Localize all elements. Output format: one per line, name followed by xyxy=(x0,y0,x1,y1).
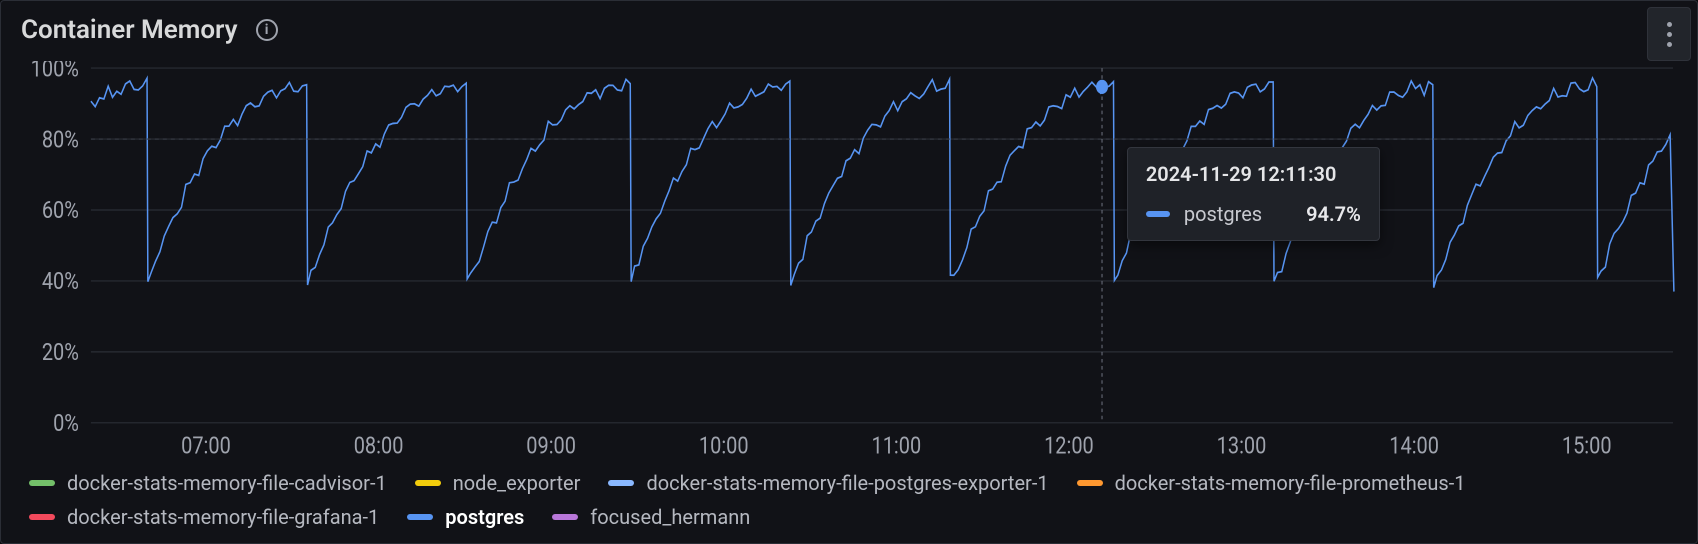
svg-text:80%: 80% xyxy=(42,127,79,154)
svg-text:40%: 40% xyxy=(42,269,79,296)
legend-label: docker-stats-memory-file-grafana-1 xyxy=(67,505,379,529)
legend-label: node_exporter xyxy=(453,471,581,495)
legend-label: docker-stats-memory-file-prometheus-1 xyxy=(1115,471,1466,495)
legend-label: postgres xyxy=(445,505,524,529)
legend-swatch xyxy=(552,514,578,520)
legend-item[interactable]: focused_hermann xyxy=(552,505,750,529)
svg-text:07:00: 07:00 xyxy=(181,433,231,460)
panel-container-memory: Container Memory i 0% 20% 40% 60% 80% 100% 07:… xyxy=(0,0,1698,544)
svg-text:20%: 20% xyxy=(42,340,79,367)
chart-area[interactable]: 0% 20% 40% 60% 80% 100% 07:00 08:00 09:00 10:00 11… xyxy=(1,51,1697,463)
legend-item[interactable]: postgres xyxy=(407,505,524,529)
tooltip-series-name: postgres xyxy=(1184,202,1262,226)
legend-swatch xyxy=(407,514,433,520)
legend-item[interactable]: docker-stats-memory-file-postgres-export… xyxy=(608,471,1048,495)
tooltip-swatch xyxy=(1146,211,1170,217)
legend-label: docker-stats-memory-file-postgres-export… xyxy=(646,471,1048,495)
svg-text:13:00: 13:00 xyxy=(1217,433,1267,460)
legend-swatch xyxy=(1077,480,1103,486)
tooltip-value: 94.7% xyxy=(1306,202,1361,226)
legend-swatch xyxy=(29,514,55,520)
legend-label: docker-stats-memory-file-cadvisor-1 xyxy=(67,471,387,495)
svg-text:10:00: 10:00 xyxy=(699,433,749,460)
legend-item[interactable]: docker-stats-memory-file-cadvisor-1 xyxy=(29,471,387,495)
panel-title: Container Memory xyxy=(21,15,238,45)
legend-item[interactable]: docker-stats-memory-file-grafana-1 xyxy=(29,505,379,529)
svg-text:15:00: 15:00 xyxy=(1562,433,1612,460)
svg-text:12:00: 12:00 xyxy=(1044,433,1094,460)
chart-svg: 0% 20% 40% 60% 80% 100% 07:00 08:00 09:00 10:00 11… xyxy=(17,61,1681,463)
chart-legend: docker-stats-memory-file-cadvisor-1 node_… xyxy=(1,463,1697,543)
svg-text:11:00: 11:00 xyxy=(871,433,921,460)
svg-text:08:00: 08:00 xyxy=(354,433,404,460)
tooltip-timestamp: 2024-11-29 12:11:30 xyxy=(1146,162,1361,186)
panel-header: Container Memory i xyxy=(1,1,1697,51)
legend-swatch xyxy=(608,480,634,486)
tooltip-row: postgres 94.7% xyxy=(1146,202,1361,226)
svg-text:0%: 0% xyxy=(53,411,79,438)
svg-text:09:00: 09:00 xyxy=(526,433,576,460)
legend-item[interactable]: node_exporter xyxy=(415,471,581,495)
chart-tooltip: 2024-11-29 12:11:30 postgres 94.7% xyxy=(1127,147,1380,241)
svg-text:14:00: 14:00 xyxy=(1389,433,1439,460)
legend-swatch xyxy=(415,480,441,486)
svg-text:60%: 60% xyxy=(42,198,79,225)
info-icon[interactable]: i xyxy=(256,19,278,41)
legend-swatch xyxy=(29,480,55,486)
legend-item[interactable]: docker-stats-memory-file-prometheus-1 xyxy=(1077,471,1466,495)
svg-text:100%: 100% xyxy=(31,61,79,83)
legend-label: focused_hermann xyxy=(590,505,750,529)
